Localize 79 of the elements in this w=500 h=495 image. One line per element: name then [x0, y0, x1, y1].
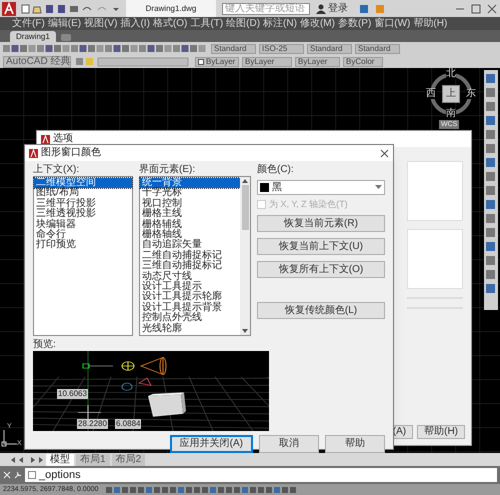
command-input[interactable]: _options [25, 468, 497, 482]
status-toggle-icons-drawing[interactable] [106, 486, 298, 494]
lineweight-dropdown[interactable]: ByLayer [295, 56, 340, 66]
multileader-style-dropdown[interactable]: Standard [355, 44, 400, 54]
table-style-dropdown[interactable]: Standard [307, 44, 352, 54]
modify-tool-icons-drawing[interactable] [484, 70, 498, 310]
dialog-button[interactable]: 取消 [259, 435, 319, 453]
sign-in-link[interactable]: 登录 [328, 1, 348, 16]
checkbox-label: 为 X, Y, Z 轴染色(T) [269, 199, 348, 209]
list-item[interactable]: 三维透视投影 [34, 209, 132, 220]
color-label: 颜色(C): [257, 164, 295, 176]
restore-button[interactable]: 恢复当前上下文(U) [257, 238, 385, 255]
dialog-button[interactable]: 帮助 [325, 435, 385, 453]
dimension-style-dropdown[interactable]: ISO-25 [259, 44, 304, 54]
text-style-dropdown[interactable]: Standard [211, 44, 256, 54]
list-item[interactable]: 块编辑器 [34, 220, 132, 230]
document-tab[interactable]: Drawing1 [10, 31, 56, 42]
command-text: _options [39, 470, 81, 480]
restore-button[interactable]: 恢复当前元素(R) [257, 215, 385, 232]
standard-toolbar-icons-drawing[interactable] [3, 44, 208, 54]
settings-panel [407, 161, 463, 221]
list-item[interactable]: 图纸/布局 [34, 188, 132, 199]
list-label: 界面元素(E): [139, 164, 196, 176]
list-item[interactable]: 打印预览 [34, 240, 132, 251]
layout-tab[interactable]: 布局2 [112, 454, 146, 466]
list-item[interactable]: 光线轮廓 [140, 324, 240, 334]
close-icon[interactable] [380, 148, 389, 158]
app-logo-icon[interactable] [2, 2, 16, 16]
scroll-thumb[interactable] [242, 185, 248, 230]
menu-item[interactable]: 工具(T) [190, 18, 224, 30]
menu-item[interactable]: 标注(N) [263, 18, 297, 30]
menu-item[interactable]: 窗口(W) [374, 18, 410, 30]
settings-panel [407, 229, 463, 289]
list-item[interactable]: 十字光标 [140, 188, 240, 199]
list-item[interactable]: 栅格主线 [140, 209, 240, 220]
list-item[interactable]: 控制点外壳线 [140, 313, 240, 324]
menu-item[interactable]: 参数(P) [338, 18, 372, 30]
menu-item[interactable]: 修改(M) [300, 18, 335, 30]
color-dropdown[interactable]: ByLayer [195, 56, 239, 66]
plot-style-dropdown[interactable]: ByColor [343, 56, 383, 66]
dialog-button[interactable]: 应用并关闭(A) [170, 435, 253, 453]
compass-south-label[interactable]: 南 [446, 109, 456, 119]
menu-item[interactable]: 格式(O) [152, 18, 188, 30]
menu-item[interactable]: 插入(I) [120, 18, 150, 30]
dialog-button[interactable]: 帮助(H) [417, 425, 465, 439]
dialog-title: 图形窗口颜色 [41, 148, 101, 158]
linetype-dropdown[interactable]: ByLayer [242, 56, 292, 66]
menu-item[interactable]: 帮助(H) [413, 18, 448, 30]
list-item[interactable]: 三维自动捕捉标记 [140, 261, 240, 272]
compass-north-label[interactable]: 北 [446, 69, 456, 79]
menu-item[interactable]: 文件(F) [12, 18, 45, 30]
dialog-title: 选项 [53, 134, 73, 144]
restore-button[interactable]: 恢复传统颜色(L) [257, 302, 385, 319]
menu-item[interactable]: 绘图(D) [226, 18, 260, 30]
compass-east-label[interactable]: 东 [466, 89, 476, 99]
compass-west-label[interactable]: 西 [426, 89, 436, 99]
caret-icon[interactable] [375, 185, 382, 190]
viewcube-face[interactable]: 上 [442, 85, 460, 103]
user-icon[interactable] [316, 4, 326, 14]
scroll-down-icon[interactable] [241, 327, 249, 335]
window-title: Drawing1.dwg [146, 2, 196, 14]
preview-label: 预览: [32, 339, 57, 351]
menu-item[interactable]: 编辑(E) [48, 18, 82, 30]
menu-item[interactable]: 视图(V) [84, 18, 118, 30]
command-icon [28, 471, 36, 479]
workspace-dropdown[interactable]: AutoCAD 经典 [3, 56, 71, 68]
list-item[interactable]: 自动追踪矢量 [140, 240, 240, 251]
wrench-icon[interactable] [14, 471, 22, 479]
list-label: 上下文(X): [33, 164, 80, 176]
layout-tab[interactable]: 模型 [46, 454, 74, 466]
layout-tab[interactable]: 布局1 [76, 454, 110, 466]
scrollbar[interactable] [240, 177, 250, 335]
restore-button[interactable]: 恢复所有上下文(O) [257, 261, 385, 278]
tab-navigation-icons-drawing[interactable] [10, 456, 44, 464]
list-item[interactable]: 设计工具提示轮廓 [140, 292, 240, 303]
app-logo-icon [29, 148, 38, 158]
quick-access-icons-drawing[interactable] [20, 4, 120, 14]
ucs-axes-icon [1, 429, 17, 447]
color-dropdown[interactable]: 黑 [257, 180, 385, 195]
